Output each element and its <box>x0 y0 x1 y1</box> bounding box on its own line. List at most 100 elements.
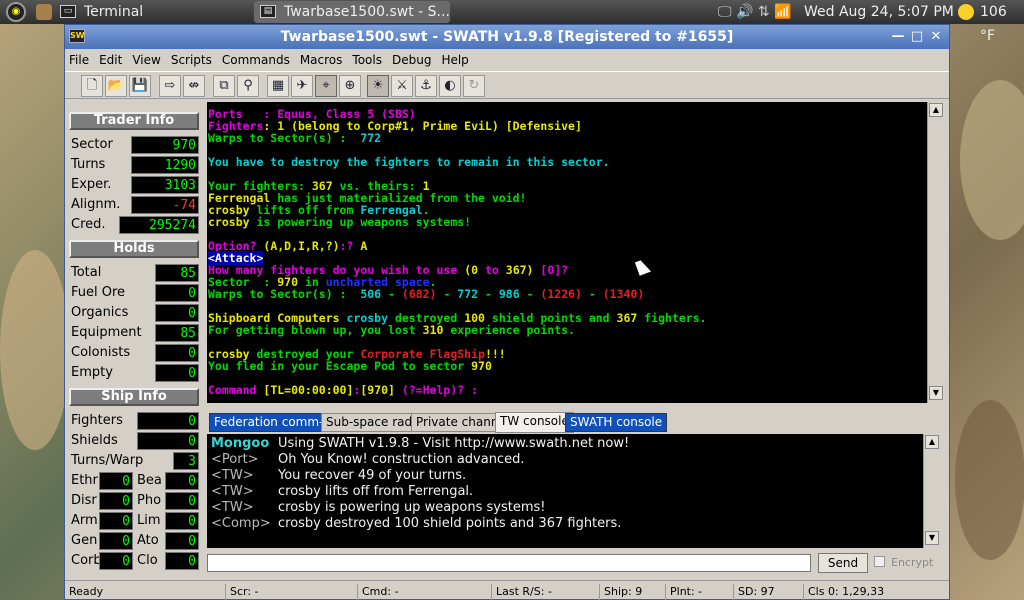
scroll-up-button[interactable]: ▲ <box>925 435 939 449</box>
chart-icon[interactable]: ▦ <box>267 75 289 97</box>
console-source: <Port> <box>211 452 259 467</box>
copy-icon[interactable]: ⧉ <box>213 75 235 97</box>
terminal-text: - <box>478 287 499 301</box>
stat-credits: Cred. 295274 <box>69 216 199 234</box>
console-source: <TW> <box>211 468 254 483</box>
menu-file[interactable]: File <box>65 51 95 68</box>
open-folder-icon[interactable]: 📂 <box>105 75 127 97</box>
ship-ethr: Ethr 0 <box>69 472 133 490</box>
swath-icon: ▤ <box>260 5 276 18</box>
panel-icon[interactable] <box>36 4 52 20</box>
encrypt-checkbox[interactable]: Encrypt <box>873 555 943 571</box>
ship-ato: Ato 0 <box>135 532 199 550</box>
app-icon[interactable]: SW <box>69 29 85 43</box>
window-title: Twarbase1500.swt - SWATH v1.9.8 [Registe… <box>280 29 734 45</box>
save-icon[interactable]: 💾 <box>129 75 151 97</box>
menu-bar: File Edit View Scripts Commands Macros Tools De… <box>65 51 949 69</box>
terminal-text: 367 <box>505 263 527 277</box>
menu-macros[interactable]: Macros <box>296 51 349 68</box>
planet-icon[interactable]: ◐ <box>439 75 461 97</box>
ship-gen: Gen 0 <box>69 532 133 550</box>
idea-icon[interactable]: ☀ <box>367 75 389 97</box>
taskbar-label: Twarbase1500.swt - S... <box>284 4 450 20</box>
hold-organics: Organics 0 <box>69 304 199 322</box>
terminal-text: :? <box>339 239 361 253</box>
sector-map-icon[interactable]: ⌖ <box>315 75 337 97</box>
tux-icon[interactable]: ◉ <box>6 2 26 22</box>
window-titlebar[interactable]: SW Twarbase1500.swt - SWATH v1.9.8 [Regi… <box>65 25 949 49</box>
ship-bea: Bea 0 <box>135 472 199 490</box>
terminal-scrollbar[interactable]: ▲ ▼ <box>927 102 945 403</box>
tab-swath-console[interactable]: SWATH console <box>565 413 668 432</box>
console-message: Using SWATH v1.9.8 - Visit http://www.sw… <box>278 436 630 451</box>
terminal-text: - <box>381 287 402 301</box>
console-message: crosby destroyed 100 shield points and 3… <box>278 516 622 531</box>
menu-tools[interactable]: Tools <box>348 51 388 68</box>
taskbar-item-swath[interactable]: ▤ Twarbase1500.swt - S... <box>254 1 450 23</box>
terminal-line: crosby is powering up weapons systems! <box>208 216 471 228</box>
globe-icon[interactable]: ⊕ <box>339 75 361 97</box>
terminal-line: Command [TL=00:00:00]:[970] (?=Help)? : <box>208 384 485 396</box>
hold-colonists: Colonists 0 <box>69 344 199 362</box>
encrypt-label: Encrypt <box>891 556 934 569</box>
chat-input[interactable] <box>207 554 811 572</box>
top-panel: ◉ ▭ Terminal ▤ Twarbase1500.swt - S... 🖵… <box>0 0 1024 44</box>
terminal-text: 367 <box>616 311 638 325</box>
tray-icons[interactable]: 🖵 🔊 ⇅ 📶 <box>718 0 793 24</box>
clock[interactable]: Wed Aug 24, 5:07 PM <box>804 0 954 24</box>
console-message: Oh You Know! construction advanced. <box>278 452 525 467</box>
fighter-icon[interactable]: ⚔ <box>391 75 413 97</box>
maximize-button[interactable]: □ <box>908 28 926 46</box>
scroll-up-button[interactable]: ▲ <box>929 103 943 117</box>
port-icon[interactable]: ⚓ <box>415 75 437 97</box>
ship-lim: Lim 0 <box>135 512 199 530</box>
refresh-icon[interactable]: ↻ <box>463 75 485 97</box>
terminal-text: experience points. <box>443 323 575 337</box>
terminal-text: 970 <box>471 359 492 373</box>
console-source: Mongoo <box>211 436 270 451</box>
menu-scripts[interactable]: Scripts <box>167 51 218 68</box>
close-button[interactable]: ✕ <box>927 28 945 46</box>
new-file-icon[interactable]: 🗋 <box>81 75 103 97</box>
temperature[interactable]: 106 °F <box>980 0 1024 44</box>
console-row: <TW> crosby is powering up weapons system… <box>211 500 923 516</box>
console-scrollbar[interactable]: ▲ ▼ <box>923 434 941 548</box>
checkbox-box[interactable] <box>874 556 885 567</box>
terminal-text: (?=Help)? : <box>394 383 485 397</box>
send-button[interactable]: Send <box>818 553 868 573</box>
ship-arm: Arm 0 <box>69 512 133 530</box>
scroll-down-button[interactable]: ▼ <box>925 531 939 545</box>
ship-turns-warp: Turns/Warp 3 <box>69 452 199 470</box>
status-class: Cls 0: 1,29,33 <box>803 584 949 600</box>
menu-debug[interactable]: Debug <box>388 51 437 68</box>
terminal-text: You fled in your Escape Pod to sector <box>208 359 472 373</box>
console-message: You recover 49 of your turns. <box>278 468 467 483</box>
console-source: <TW> <box>211 500 254 515</box>
trader-info-header: Trader Info <box>69 112 199 130</box>
taskbar-label: Terminal <box>84 4 144 20</box>
menu-edit[interactable]: Edit <box>95 51 128 68</box>
game-terminal[interactable]: Ports : Equus, Class 5 (SBS) Fighters: 1 … <box>207 102 927 403</box>
disconnect-icon[interactable]: ⇎ <box>183 75 205 97</box>
terminal-text: fighters. <box>637 311 707 325</box>
connect-icon[interactable]: ⇨ <box>159 75 181 97</box>
terminal-text: - <box>581 287 603 301</box>
tab-tw-console[interactable]: TW console <box>495 412 574 433</box>
scroll-down-button[interactable]: ▼ <box>929 386 943 400</box>
console-row: Mongoo Using SWATH v1.9.8 - Visit http://… <box>211 436 923 452</box>
mouse-cursor-icon <box>634 258 652 276</box>
taskbar-item-terminal[interactable]: ▭ Terminal <box>54 1 250 23</box>
ship-icon[interactable]: ✈ <box>291 75 313 97</box>
menu-help[interactable]: Help <box>437 51 474 68</box>
terminal-line: For getting blown up, you lost 310 exper… <box>208 324 575 336</box>
terminal-line: You have to destroy the fighters to rema… <box>208 156 610 168</box>
menu-commands[interactable]: Commands <box>218 51 296 68</box>
wallpaper-shape <box>0 250 70 450</box>
sun-icon <box>958 4 974 20</box>
ship-disr: Disr 0 <box>69 492 133 510</box>
hold-fuel-ore: Fuel Ore 0 <box>69 284 199 302</box>
menu-view[interactable]: View <box>128 51 166 68</box>
minimize-button[interactable]: — <box>889 28 907 46</box>
console-log[interactable]: Mongoo Using SWATH v1.9.8 - Visit http://… <box>207 434 923 548</box>
find-icon[interactable]: ⚲ <box>237 75 259 97</box>
